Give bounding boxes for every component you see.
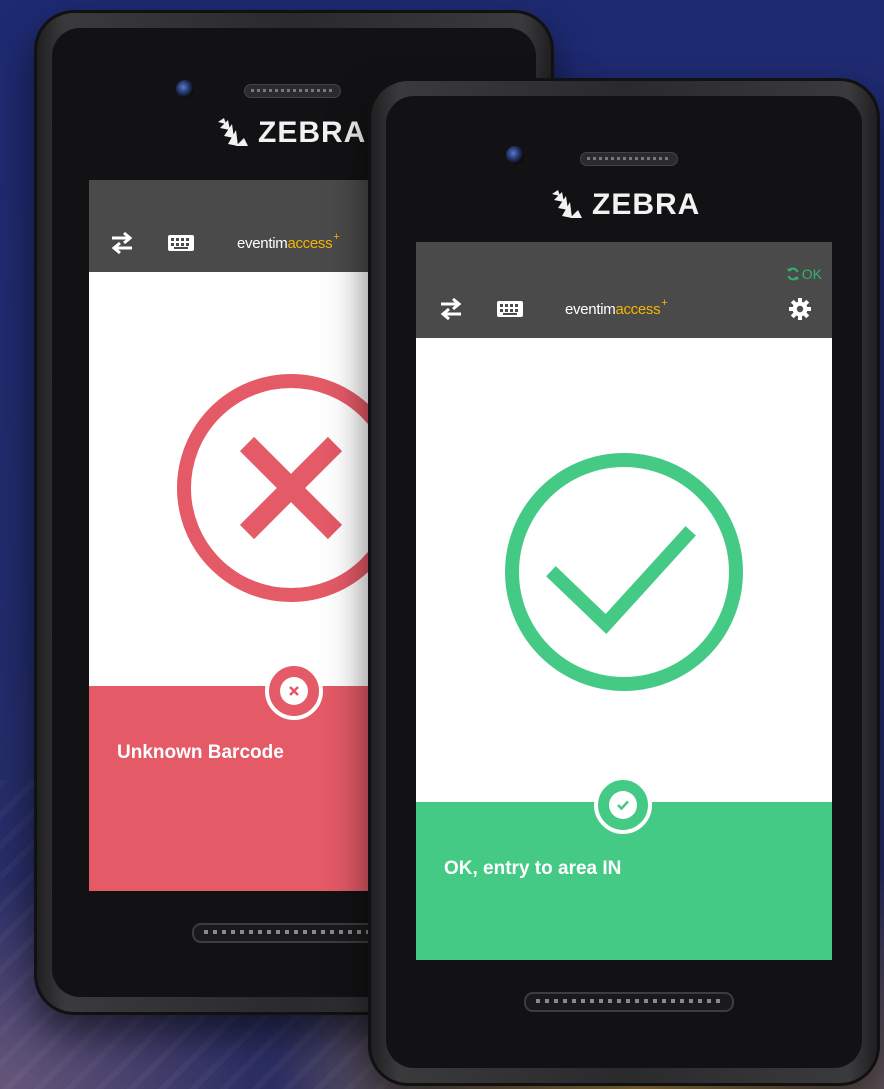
left-result-message: Unknown Barcode [117, 742, 284, 763]
right-brand-text: ZEBRA [592, 188, 701, 221]
keyboard-icon[interactable] [167, 234, 195, 252]
right-result-panel: OK, entry to area IN [416, 776, 832, 960]
right-brand-logo: ZEBRA [548, 188, 700, 222]
success-badge [594, 776, 652, 834]
check-circle-icon [505, 453, 743, 691]
logo-accent: access [615, 301, 661, 318]
left-brand-logo: ZEBRA [214, 116, 366, 150]
zebra-head-icon [218, 118, 248, 146]
right-screen: OK eventimaccess+ OK, entry to area IN [416, 242, 832, 960]
logo-prefix: eventim [237, 235, 288, 252]
sync-icon [786, 267, 799, 281]
right-speaker-grille [524, 992, 734, 1012]
error-badge [265, 662, 323, 720]
x-circle-icon [177, 374, 401, 602]
logo-accent: access [287, 235, 333, 252]
logo-plus: + [661, 297, 668, 309]
close-icon [280, 677, 308, 705]
swap-arrows-icon[interactable] [438, 298, 464, 320]
check-icon [609, 791, 637, 819]
right-camera-icon [506, 146, 524, 164]
left-earpiece [244, 84, 341, 98]
left-brand-text: ZEBRA [258, 116, 367, 149]
logo-prefix: eventim [565, 301, 616, 318]
swap-arrows-icon[interactable] [109, 232, 135, 254]
right-device: ZEBRA OK eventimaccess+ OK, entry to are… [368, 78, 880, 1086]
sync-status: OK [786, 266, 822, 282]
right-earpiece [580, 152, 678, 166]
eventim-access-logo: eventimaccess+ [237, 231, 340, 252]
zebra-head-icon [552, 190, 582, 218]
logo-plus: + [333, 231, 340, 243]
gear-icon[interactable] [788, 297, 812, 321]
keyboard-icon[interactable] [496, 300, 524, 318]
right-app-bar: OK eventimaccess+ [416, 242, 832, 338]
right-toolbar: eventimaccess+ [416, 282, 832, 338]
right-result-message: OK, entry to area IN [444, 858, 622, 879]
sync-status-text: OK [801, 266, 822, 282]
left-camera-icon [176, 80, 194, 98]
eventim-access-logo: eventimaccess+ [565, 297, 668, 318]
